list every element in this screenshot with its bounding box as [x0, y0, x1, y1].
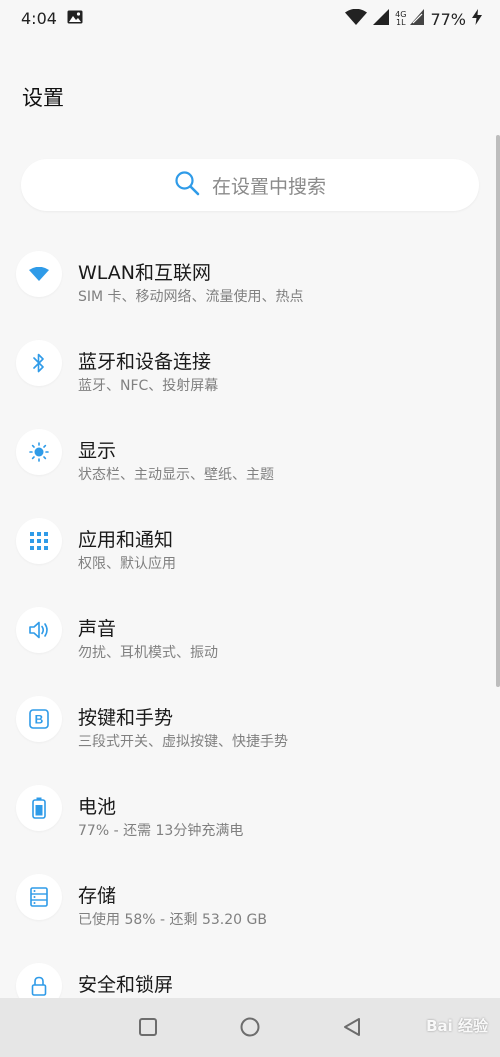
settings-item-bluetooth[interactable]: 蓝牙和设备连接 蓝牙、NFC、投射屏幕 [0, 318, 500, 407]
settings-item-title: 显示 [78, 440, 117, 462]
status-left: 4:04 [21, 9, 83, 28]
settings-item-title: 按键和手势 [78, 707, 174, 729]
back-triangle-icon [344, 1018, 360, 1036]
wifi-icon [16, 251, 62, 297]
search-bar[interactable]: 在设置中搜索 [21, 159, 479, 211]
settings-item-title: WLAN和互联网 [78, 262, 212, 284]
brightness-icon [16, 429, 62, 475]
watermark-logo: Bai 经验 [426, 1017, 488, 1035]
search-placeholder: 在设置中搜索 [211, 175, 326, 198]
settings-item-battery[interactable]: 电池 77% - 还需 13分钟充满电 [0, 763, 500, 852]
battery-percent: 77% [430, 9, 466, 29]
charging-icon [472, 9, 482, 29]
settings-item-subtitle: 三段式开关、虚拟按键、快捷手势 [78, 734, 288, 750]
status-time: 4:04 [21, 9, 57, 28]
recents-square-icon [139, 1018, 157, 1036]
signal-secondary-icon [410, 9, 425, 29]
bluetooth-icon [16, 340, 62, 386]
page-title: 设置 [22, 86, 64, 110]
settings-item-subtitle: 已使用 58% - 还剩 53.20 GB [78, 912, 267, 928]
storage-icon [16, 874, 62, 920]
recents-button[interactable] [136, 1015, 160, 1039]
settings-item-title: 蓝牙和设备连接 [78, 351, 212, 373]
wifi-status-icon [345, 8, 368, 29]
settings-item-storage[interactable]: 存储 已使用 58% - 还剩 53.20 GB [0, 852, 500, 941]
settings-item-title: 安全和锁屏 [78, 974, 174, 996]
back-button[interactable] [340, 1015, 364, 1039]
navigation-bar: Bai 经验 [0, 998, 500, 1057]
network-type-indicator: 4G 1L [395, 10, 407, 27]
settings-item-subtitle: 勿扰、耳机模式、振动 [78, 645, 218, 661]
settings-item-display[interactable]: 显示 状态栏、主动显示、壁纸、主题 [0, 407, 500, 496]
image-notification-icon [67, 9, 83, 28]
speaker-icon [16, 607, 62, 653]
status-bar: 4:04 4G 1L 77% [0, 0, 500, 38]
settings-item-apps[interactable]: 应用和通知 权限、默认应用 [0, 496, 500, 585]
search-icon [174, 170, 200, 200]
signal-icon [373, 9, 390, 29]
settings-item-subtitle: SIM 卡、移动网络、流量使用、热点 [78, 289, 304, 305]
apps-grid-icon [16, 518, 62, 564]
settings-item-title: 存储 [78, 885, 117, 907]
svg-text:B: B [35, 713, 44, 727]
home-circle-icon [240, 1017, 260, 1037]
status-right: 4G 1L 77% [345, 8, 482, 29]
settings-item-buttons-gestures[interactable]: B 按键和手势 三段式开关、虚拟按键、快捷手势 [0, 674, 500, 763]
settings-list: WLAN和互联网 SIM 卡、移动网络、流量使用、热点 蓝牙和设备连接 蓝牙、N… [0, 229, 500, 1030]
scrollbar-thumb[interactable] [496, 135, 500, 687]
battery-icon [16, 785, 62, 831]
settings-item-subtitle: 权限、默认应用 [78, 556, 176, 572]
settings-item-subtitle: 状态栏、主动显示、壁纸、主题 [78, 467, 274, 483]
settings-item-subtitle: 蓝牙、NFC、投射屏幕 [78, 378, 219, 394]
settings-item-title: 应用和通知 [78, 529, 174, 551]
settings-item-title: 电池 [78, 796, 117, 818]
settings-item-wlan[interactable]: WLAN和互联网 SIM 卡、移动网络、流量使用、热点 [0, 229, 500, 318]
home-button[interactable] [238, 1015, 262, 1039]
button-b-icon: B [16, 696, 62, 742]
settings-item-subtitle: 77% - 还需 13分钟充满电 [78, 823, 244, 839]
settings-item-title: 声音 [78, 618, 117, 640]
settings-item-sound[interactable]: 声音 勿扰、耳机模式、振动 [0, 585, 500, 674]
